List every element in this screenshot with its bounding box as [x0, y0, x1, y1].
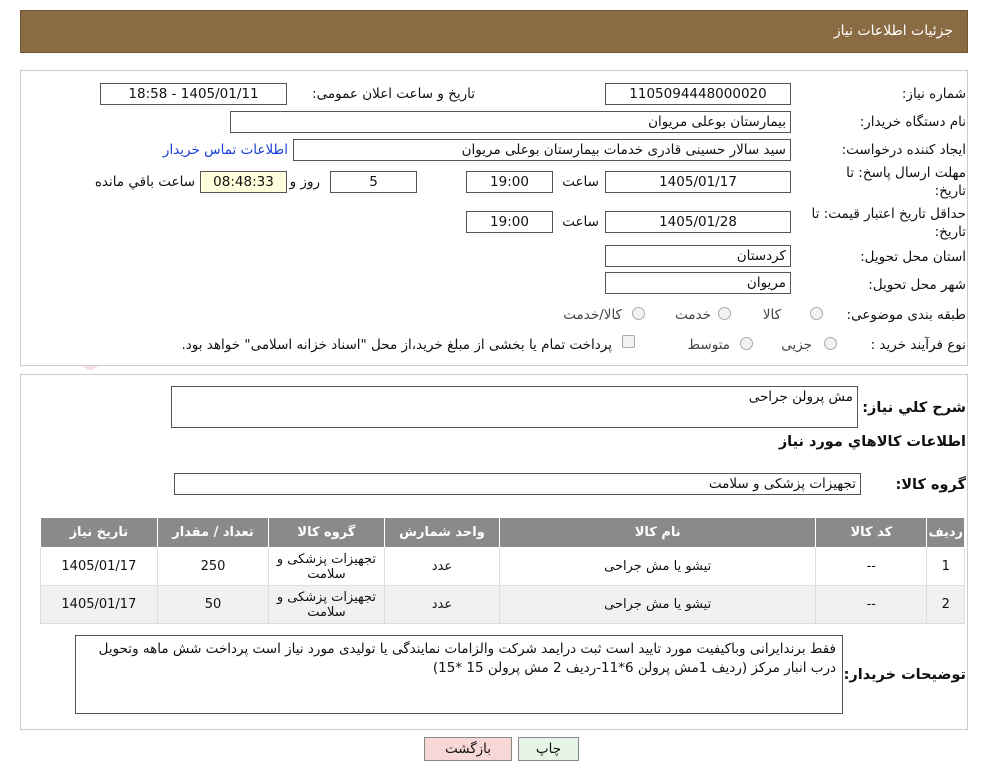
city-label: شهر محل تحویل: — [868, 277, 966, 293]
col-quantity: تعداد / مقدار — [156, 517, 270, 548]
cell-row-no: 1 — [926, 547, 965, 586]
announce-field: 1405/01/11 - 18:58 — [100, 83, 287, 105]
cell-goods-group: تجهیزات پزشکی و سلامت — [268, 547, 385, 586]
process-partial-radio[interactable] — [824, 337, 837, 350]
payment-note: پرداخت تمام یا بخشی از مبلغ خرید،از محل … — [181, 337, 612, 353]
process-medium-radio[interactable] — [740, 337, 753, 350]
deadline-time-field: 19:00 — [466, 171, 553, 193]
remaining-label: ساعت باقي مانده — [94, 174, 195, 190]
cell-unit: عدد — [383, 547, 501, 586]
cell-item-code: -- — [815, 585, 928, 624]
process-medium-label: متوسط — [687, 337, 730, 353]
category-goods-label: کالا — [762, 307, 781, 323]
table-header-row: ردیف کد کالا نام کالا واحد شمارش گروه کا… — [40, 517, 965, 548]
cell-quantity: 250 — [156, 547, 270, 586]
category-label: طبقه بندی موضوعی: — [846, 307, 966, 323]
cell-item-name: تیشو یا مش جراحی — [499, 585, 817, 624]
process-partial-label: جزیی — [781, 337, 812, 353]
col-row-no: ردیف — [926, 517, 965, 548]
deadline-date-field: 1405/01/17 — [605, 171, 791, 193]
goods-group-label: گروه کالا: — [895, 477, 966, 493]
need-number-field: 1105094448000020 — [605, 83, 791, 105]
col-item-code: کد کالا — [815, 517, 928, 548]
validity-date-field: 1405/01/28 — [605, 211, 791, 233]
buyer-contact-link[interactable]: اطلاعات تماس خریدار — [163, 142, 288, 158]
col-need-date: تاریخ نیاز — [40, 517, 158, 548]
city-field: مریوان — [605, 272, 791, 294]
creator-label: ایجاد کننده درخواست: — [841, 142, 966, 158]
process-label: نوع فرآیند خرید : — [870, 337, 966, 353]
buyer-org-label: نام دستگاه خریدار: — [859, 114, 966, 130]
category-service-label: خدمت — [675, 307, 711, 323]
buyer-org-field: بیمارستان بوعلی مریوان — [230, 111, 791, 133]
remaining-time-field: 08:48:33 — [200, 171, 287, 193]
days-label: روز و — [289, 174, 320, 190]
treasury-payment-checkbox[interactable] — [622, 335, 635, 348]
validity-label-2: تاریخ: — [934, 224, 966, 240]
page-title: جزئیات اطلاعات نیاز — [833, 23, 953, 39]
col-goods-group: گروه کالا — [268, 517, 385, 548]
validity-label: حداقل تاریخ اعتبار قیمت: تا — [811, 206, 966, 222]
category-goods-radio[interactable] — [810, 307, 823, 320]
announce-label: تاریخ و ساعت اعلان عمومی: — [312, 86, 475, 102]
category-goods-service-label: کالا/خدمت — [563, 307, 622, 323]
goods-table: ردیف کد کالا نام کالا واحد شمارش گروه کا… — [40, 517, 965, 624]
days-field: 5 — [330, 171, 417, 193]
cell-row-no: 2 — [926, 585, 965, 624]
back-button[interactable]: بازگشت — [424, 737, 512, 761]
cell-item-name: تیشو یا مش جراحی — [499, 547, 817, 586]
buyer-notes-label: توضیحات خریدار: — [843, 667, 966, 683]
need-number-label: شماره نیاز: — [901, 86, 966, 102]
table-row: 2 -- تیشو یا مش جراحی عدد تجهیزات پزشکی … — [40, 585, 965, 624]
category-service-radio[interactable] — [718, 307, 731, 320]
cell-goods-group: تجهیزات پزشکی و سلامت — [268, 585, 385, 624]
table-row: 1 -- تیشو یا مش جراحی عدد تجهیزات پزشکی … — [40, 547, 965, 586]
province-label: استان محل تحویل: — [860, 249, 966, 265]
cell-unit: عدد — [383, 585, 501, 624]
cell-quantity: 50 — [156, 585, 270, 624]
general-desc-label: شرح کلي نیاز: — [862, 400, 966, 416]
category-goods-service-radio[interactable] — [632, 307, 645, 320]
deadline-label-2: تاریخ: — [934, 183, 966, 199]
page-header: جزئیات اطلاعات نیاز — [20, 10, 968, 53]
col-unit: واحد شمارش — [383, 517, 501, 548]
creator-field: سید سالار حسینی قادری خدمات بیمارستان بو… — [293, 139, 791, 161]
col-item-name: نام کالا — [499, 517, 817, 548]
deadline-time-label: ساعت — [562, 174, 599, 190]
cell-need-date: 1405/01/17 — [40, 585, 158, 624]
cell-need-date: 1405/01/17 — [40, 547, 158, 586]
validity-time-field: 19:00 — [466, 211, 553, 233]
buyer-notes-field: فقط برندایرانی وباکیفیت مورد تایید است ث… — [75, 635, 843, 714]
province-field: کردستان — [605, 245, 791, 267]
general-desc-field: مش پرولن جراحی — [171, 386, 858, 428]
goods-group-field: تجهیزات پزشکی و سلامت — [174, 473, 861, 495]
deadline-label: مهلت ارسال پاسخ: تا — [846, 165, 966, 181]
goods-info-title: اطلاعات کالاهاي مورد نیاز — [778, 434, 966, 450]
cell-item-code: -- — [815, 547, 928, 586]
validity-time-label: ساعت — [562, 214, 599, 230]
print-button[interactable]: چاپ — [518, 737, 579, 761]
